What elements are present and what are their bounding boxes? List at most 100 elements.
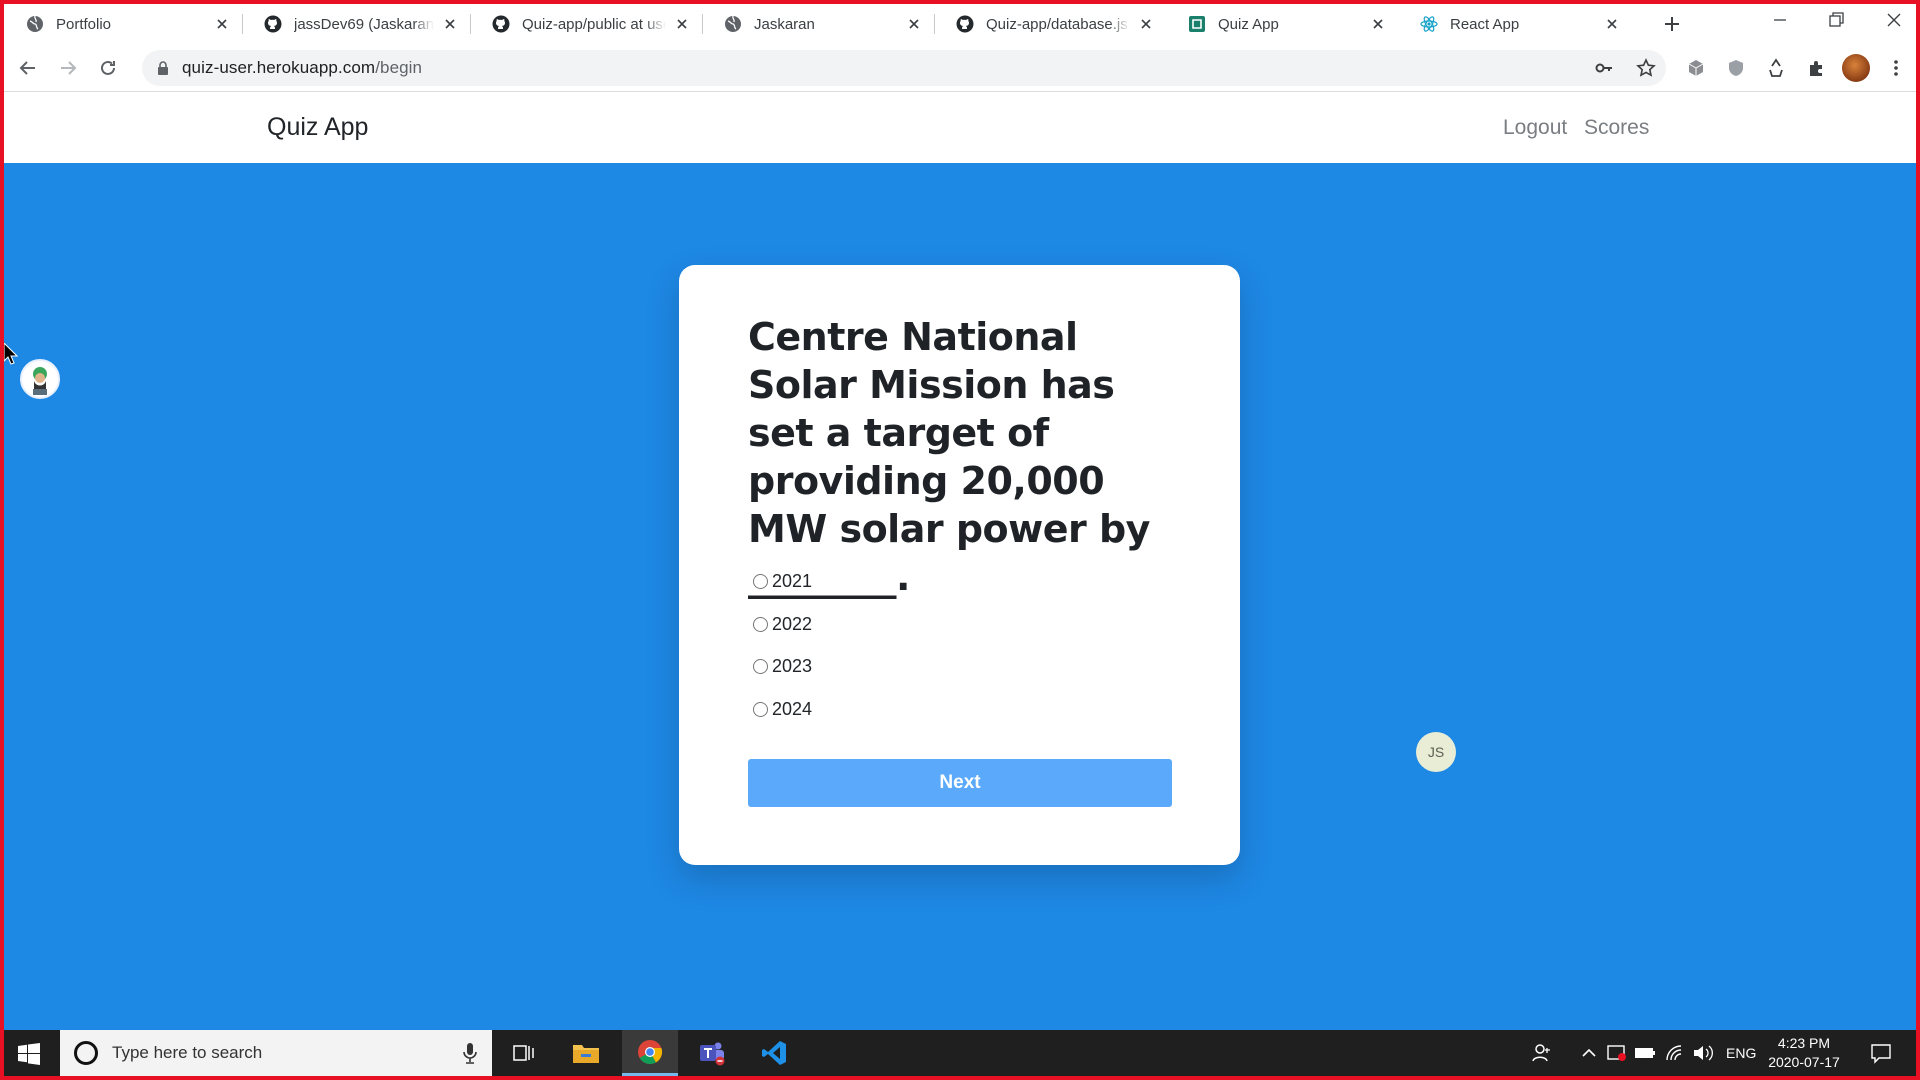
clock[interactable]: 4:23 PM 2020-07-17	[1764, 1034, 1844, 1072]
radio-button[interactable]	[753, 573, 768, 589]
people-icon[interactable]	[1531, 1042, 1553, 1064]
scores-link[interactable]: Scores	[1584, 116, 1649, 140]
close-tab-icon[interactable]	[906, 16, 922, 32]
web-page: Quiz App Logout Scores Centre National S…	[4, 93, 1916, 1030]
answer-option[interactable]: 2024	[753, 698, 812, 720]
quiz-app-icon	[1189, 16, 1205, 32]
tab-title: jassDev69 (Jaskaran)	[294, 15, 434, 33]
globe-icon	[725, 15, 741, 32]
tab-title: Jaskaran	[754, 15, 815, 33]
option-label: 2022	[772, 613, 813, 634]
url-host: quiz-user.herokuapp.com	[182, 58, 376, 77]
react-icon	[1420, 16, 1438, 32]
tab-title: Quiz-app/database.js a	[986, 15, 1130, 33]
next-button[interactable]: Next	[748, 759, 1172, 807]
tab-strip: Portfolio jassDev69 (Jaskaran) Quiz-app/…	[4, 4, 1916, 44]
extension-cube-icon[interactable]	[1686, 58, 1706, 78]
key-icon[interactable]	[1594, 58, 1614, 78]
clock-time: 4:23 PM	[1777, 1035, 1831, 1051]
radio-button[interactable]	[753, 616, 768, 632]
search-placeholder: Type here to search	[112, 1043, 263, 1062]
url-path: /begin	[375, 58, 423, 77]
app-navbar: Quiz App Logout Scores	[4, 93, 1916, 163]
tab-title: React App	[1450, 15, 1520, 33]
chrome-icon	[638, 1039, 663, 1064]
tab-title: Quiz App	[1218, 15, 1279, 33]
github-icon	[956, 15, 974, 33]
teams-button[interactable]	[684, 1030, 740, 1076]
tab-portfolio[interactable]: Portfolio	[4, 4, 242, 44]
url-text: quiz-user.herokuapp.com/begin	[182, 58, 422, 78]
close-window-icon[interactable]	[1884, 10, 1904, 30]
microphone-icon[interactable]	[462, 1042, 478, 1064]
close-tab-icon[interactable]	[1138, 16, 1154, 32]
file-explorer-button[interactable]	[558, 1030, 614, 1076]
cortana-icon	[74, 1041, 98, 1065]
radio-button[interactable]	[753, 701, 768, 717]
radio-button[interactable]	[753, 658, 768, 674]
chevron-up-icon[interactable]	[1578, 1042, 1600, 1064]
chrome-button[interactable]	[622, 1030, 678, 1076]
answer-option[interactable]: 2021	[753, 570, 812, 592]
windows-start-icon[interactable]	[18, 1043, 40, 1065]
option-label: 2021	[772, 570, 813, 591]
question-text: Centre National Solar Mission has set a …	[748, 315, 1150, 599]
taskbar-search-box[interactable]: Type here to search	[60, 1030, 492, 1076]
vscode-button[interactable]	[746, 1030, 802, 1076]
forward-arrow-icon[interactable]	[58, 58, 78, 78]
app-brand[interactable]: Quiz App	[267, 113, 368, 142]
tab-title: Portfolio	[56, 15, 112, 33]
vscode-icon	[762, 1041, 786, 1065]
quiz-background: Centre National Solar Mission has set a …	[4, 163, 1916, 1030]
browser-window: Portfolio jassDev69 (Jaskaran) Quiz-app/…	[4, 4, 1916, 1076]
reload-icon[interactable]	[98, 58, 118, 78]
browser-toolbar: quiz-user.herokuapp.com/begin	[4, 44, 1916, 92]
github-icon	[264, 15, 282, 33]
star-icon[interactable]	[1636, 58, 1656, 78]
answer-option[interactable]: 2022	[753, 613, 812, 635]
task-view-icon	[513, 1045, 534, 1061]
shield-icon[interactable]	[1726, 58, 1746, 78]
logout-link[interactable]: Logout	[1503, 116, 1567, 140]
github-icon	[492, 15, 510, 33]
close-tab-icon[interactable]	[214, 16, 230, 32]
tab-github-public[interactable]: Quiz-app/public at use	[470, 4, 702, 44]
option-label: 2023	[772, 655, 813, 676]
volume-icon[interactable]	[1692, 1042, 1714, 1064]
tab-jaskaran[interactable]: Jaskaran	[702, 4, 934, 44]
floating-avatar[interactable]	[20, 359, 60, 399]
battery-icon[interactable]	[1634, 1042, 1656, 1064]
close-tab-icon[interactable]	[442, 16, 458, 32]
minimize-icon[interactable]	[1770, 10, 1790, 30]
tab-quiz-app[interactable]: Quiz App	[1166, 4, 1398, 44]
profile-avatar[interactable]	[1842, 54, 1870, 82]
close-tab-icon[interactable]	[1604, 16, 1620, 32]
globe-icon	[27, 15, 43, 32]
tab-title: Quiz-app/public at use	[522, 15, 666, 33]
close-tab-icon[interactable]	[1370, 16, 1386, 32]
recycle-icon[interactable]	[1766, 58, 1786, 78]
teams-icon	[700, 1042, 725, 1066]
defender-icon[interactable]	[1606, 1042, 1628, 1064]
new-tab-icon[interactable]	[1662, 14, 1682, 34]
clock-date: 2020-07-17	[1768, 1054, 1840, 1070]
notifications-icon[interactable]	[1870, 1042, 1892, 1064]
person-avatar-icon	[33, 367, 47, 395]
answer-option[interactable]: 2023	[753, 655, 812, 677]
puzzle-piece-icon[interactable]	[1806, 58, 1826, 78]
mouse-cursor-icon	[4, 343, 18, 365]
restore-icon[interactable]	[1826, 10, 1846, 30]
language-indicator[interactable]: ENG	[1726, 1045, 1756, 1061]
close-tab-icon[interactable]	[674, 16, 690, 32]
wifi-icon[interactable]	[1664, 1042, 1686, 1064]
more-menu-icon[interactable]	[1886, 58, 1906, 78]
tab-react-app[interactable]: React App	[1398, 4, 1632, 44]
tab-github-profile[interactable]: jassDev69 (Jaskaran)	[242, 4, 470, 44]
initials-badge[interactable]: JS	[1416, 732, 1456, 772]
address-bar[interactable]: quiz-user.herokuapp.com/begin	[142, 50, 1666, 86]
task-view-button[interactable]	[496, 1030, 552, 1076]
windows-taskbar: Type here to search ENG 4:23 PM 2020-07-…	[4, 1030, 1916, 1076]
tab-github-database[interactable]: Quiz-app/database.js a	[934, 4, 1166, 44]
option-label: 2024	[772, 698, 813, 719]
back-arrow-icon[interactable]	[18, 58, 38, 78]
